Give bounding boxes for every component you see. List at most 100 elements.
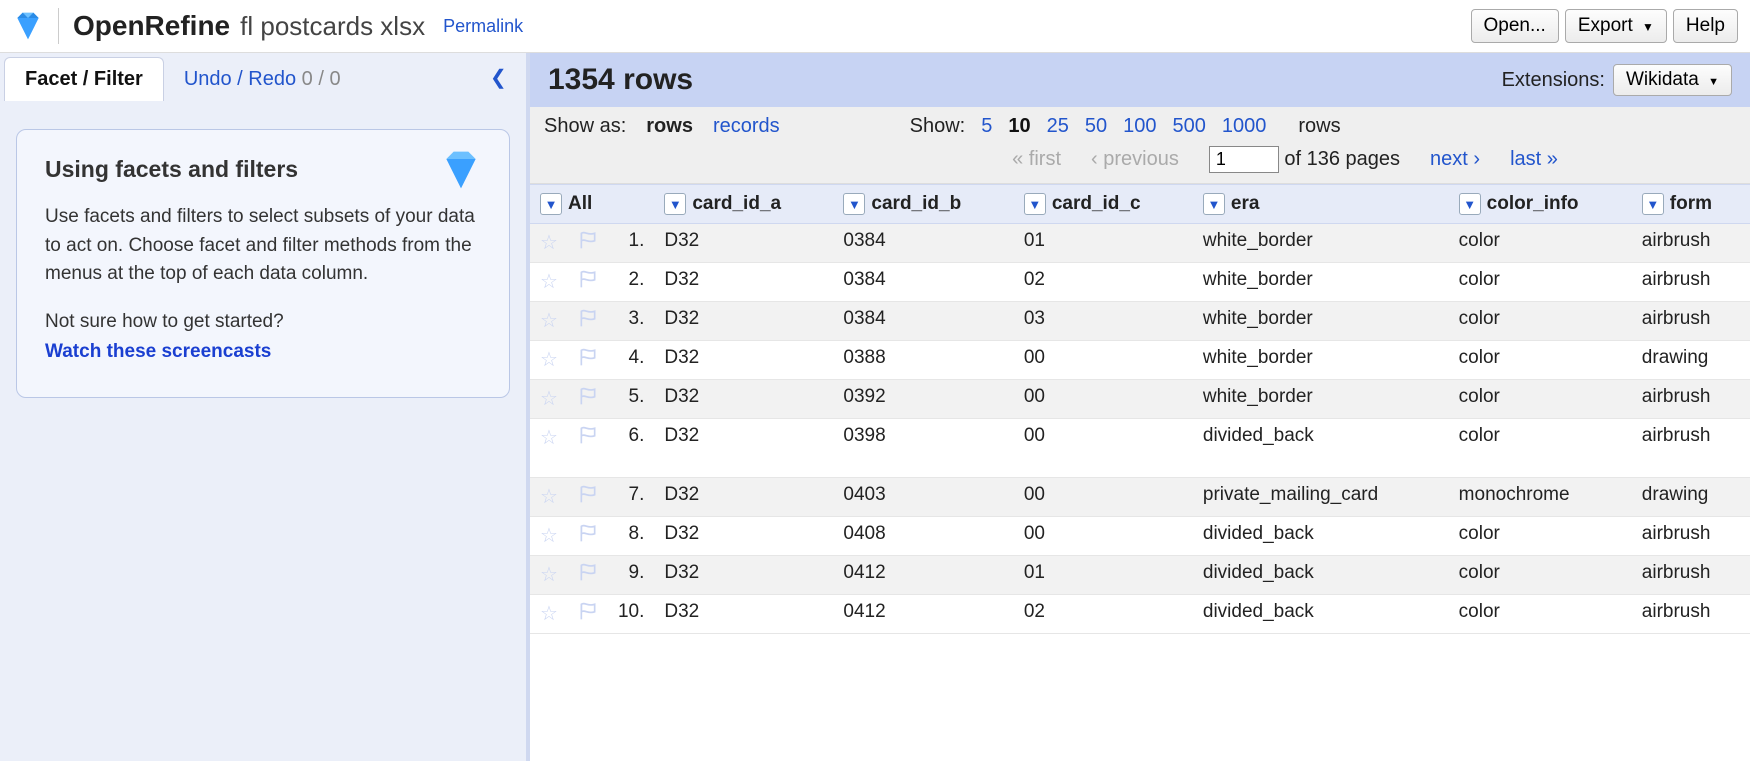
pager-next[interactable]: next › — [1430, 148, 1480, 171]
cell-card_id_c[interactable]: 00 — [1014, 341, 1193, 380]
star-icon[interactable]: ☆ — [540, 601, 558, 626]
column-menu-color_info[interactable]: ▼ — [1459, 193, 1481, 215]
show-as-rows[interactable]: rows — [646, 115, 693, 138]
cell-form[interactable]: airbrush — [1632, 263, 1750, 302]
cell-card_id_c[interactable]: 00 — [1014, 517, 1193, 556]
cell-era[interactable]: private_mailing_card — [1193, 478, 1449, 517]
page-size-1000[interactable]: 1000 — [1222, 115, 1267, 137]
star-icon[interactable]: ☆ — [540, 347, 558, 372]
cell-card_id_c[interactable]: 00 — [1014, 478, 1193, 517]
cell-color_info[interactable]: color — [1449, 517, 1632, 556]
page-size-25[interactable]: 25 — [1047, 115, 1069, 137]
flag-icon[interactable] — [578, 386, 598, 412]
cell-card_id_c[interactable]: 00 — [1014, 419, 1193, 478]
column-menu-card_id_c[interactable]: ▼ — [1024, 193, 1046, 215]
cell-card_id_b[interactable]: 0392 — [833, 380, 1013, 419]
cell-card_id_c[interactable]: 00 — [1014, 380, 1193, 419]
star-icon[interactable]: ☆ — [540, 230, 558, 255]
cell-era[interactable]: divided_back — [1193, 419, 1449, 478]
cell-color_info[interactable]: color — [1449, 341, 1632, 380]
cell-card_id_a[interactable]: D32 — [654, 556, 833, 595]
page-size-5[interactable]: 5 — [981, 115, 992, 137]
cell-card_id_a[interactable]: D32 — [654, 380, 833, 419]
cell-form[interactable]: airbrush — [1632, 595, 1750, 634]
flag-icon[interactable] — [578, 269, 598, 295]
cell-card_id_a[interactable]: D32 — [654, 595, 833, 634]
tab-undo-redo[interactable]: Undo / Redo 0 / 0 — [164, 58, 361, 101]
cell-era[interactable]: divided_back — [1193, 517, 1449, 556]
page-size-10[interactable]: 10 — [1008, 115, 1030, 137]
cell-card_id_a[interactable]: D32 — [654, 263, 833, 302]
flag-icon[interactable] — [578, 347, 598, 373]
cell-card_id_b[interactable]: 0412 — [833, 556, 1013, 595]
show-as-records[interactable]: records — [713, 115, 780, 138]
cell-era[interactable]: white_border — [1193, 302, 1449, 341]
cell-card_id_c[interactable]: 02 — [1014, 263, 1193, 302]
cell-form[interactable]: drawing — [1632, 341, 1750, 380]
cell-card_id_b[interactable]: 0412 — [833, 595, 1013, 634]
column-menu-card_id_b[interactable]: ▼ — [843, 193, 865, 215]
extension-wikidata-button[interactable]: Wikidata ▼ — [1613, 64, 1732, 96]
cell-card_id_a[interactable]: D32 — [654, 341, 833, 380]
flag-icon[interactable] — [578, 425, 598, 451]
star-icon[interactable]: ☆ — [540, 425, 558, 450]
cell-form[interactable]: airbrush — [1632, 517, 1750, 556]
export-button[interactable]: Export ▼ — [1565, 9, 1667, 43]
collapse-left-icon[interactable]: ❮ — [490, 65, 512, 87]
page-number-input[interactable] — [1209, 146, 1279, 173]
cell-card_id_a[interactable]: D32 — [654, 419, 833, 478]
cell-era[interactable]: white_border — [1193, 263, 1449, 302]
cell-form[interactable]: drawing — [1632, 478, 1750, 517]
flag-icon[interactable] — [578, 523, 598, 549]
cell-card_id_b[interactable]: 0408 — [833, 517, 1013, 556]
pager-last[interactable]: last » — [1510, 148, 1558, 171]
pager-prev[interactable]: ‹ previous — [1091, 148, 1179, 171]
tab-facet-filter[interactable]: Facet / Filter — [4, 57, 164, 101]
cell-card_id_a[interactable]: D32 — [654, 224, 833, 263]
cell-card_id_b[interactable]: 0403 — [833, 478, 1013, 517]
flag-icon[interactable] — [578, 601, 598, 627]
cell-card_id_b[interactable]: 0388 — [833, 341, 1013, 380]
column-menu-era[interactable]: ▼ — [1203, 193, 1225, 215]
flag-icon[interactable] — [578, 484, 598, 510]
column-menu-all[interactable]: ▼ — [540, 193, 562, 215]
page-size-50[interactable]: 50 — [1085, 115, 1107, 137]
star-icon[interactable]: ☆ — [540, 484, 558, 509]
star-icon[interactable]: ☆ — [540, 308, 558, 333]
cell-color_info[interactable]: color — [1449, 263, 1632, 302]
cell-color_info[interactable]: color — [1449, 595, 1632, 634]
cell-card_id_b[interactable]: 0384 — [833, 302, 1013, 341]
flag-icon[interactable] — [578, 562, 598, 588]
cell-form[interactable]: airbrush — [1632, 380, 1750, 419]
cell-card_id_b[interactable]: 0384 — [833, 224, 1013, 263]
permalink-link[interactable]: Permalink — [443, 16, 523, 37]
cell-form[interactable]: airbrush — [1632, 302, 1750, 341]
cell-card_id_a[interactable]: D32 — [654, 478, 833, 517]
cell-color_info[interactable]: color — [1449, 224, 1632, 263]
flag-icon[interactable] — [578, 230, 598, 256]
open-button[interactable]: Open... — [1471, 9, 1559, 43]
star-icon[interactable]: ☆ — [540, 386, 558, 411]
cell-card_id_c[interactable]: 01 — [1014, 224, 1193, 263]
column-menu-card_id_a[interactable]: ▼ — [664, 193, 686, 215]
page-size-100[interactable]: 100 — [1123, 115, 1156, 137]
cell-color_info[interactable]: color — [1449, 380, 1632, 419]
star-icon[interactable]: ☆ — [540, 269, 558, 294]
cell-card_id_a[interactable]: D32 — [654, 302, 833, 341]
cell-era[interactable]: divided_back — [1193, 556, 1449, 595]
cell-card_id_c[interactable]: 02 — [1014, 595, 1193, 634]
cell-form[interactable]: airbrush — [1632, 556, 1750, 595]
cell-era[interactable]: white_border — [1193, 341, 1449, 380]
flag-icon[interactable] — [578, 308, 598, 334]
star-icon[interactable]: ☆ — [540, 523, 558, 548]
table-scroll[interactable]: ▼All▼card_id_a▼card_id_b▼card_id_c▼era▼c… — [530, 184, 1750, 761]
cell-color_info[interactable]: color — [1449, 556, 1632, 595]
pager-first[interactable]: « first — [1012, 148, 1061, 171]
column-menu-form[interactable]: ▼ — [1642, 193, 1664, 215]
page-size-500[interactable]: 500 — [1173, 115, 1206, 137]
cell-era[interactable]: white_border — [1193, 380, 1449, 419]
cell-color_info[interactable]: color — [1449, 302, 1632, 341]
cell-card_id_a[interactable]: D32 — [654, 517, 833, 556]
cell-card_id_b[interactable]: 0384 — [833, 263, 1013, 302]
cell-form[interactable]: airbrush — [1632, 419, 1750, 478]
